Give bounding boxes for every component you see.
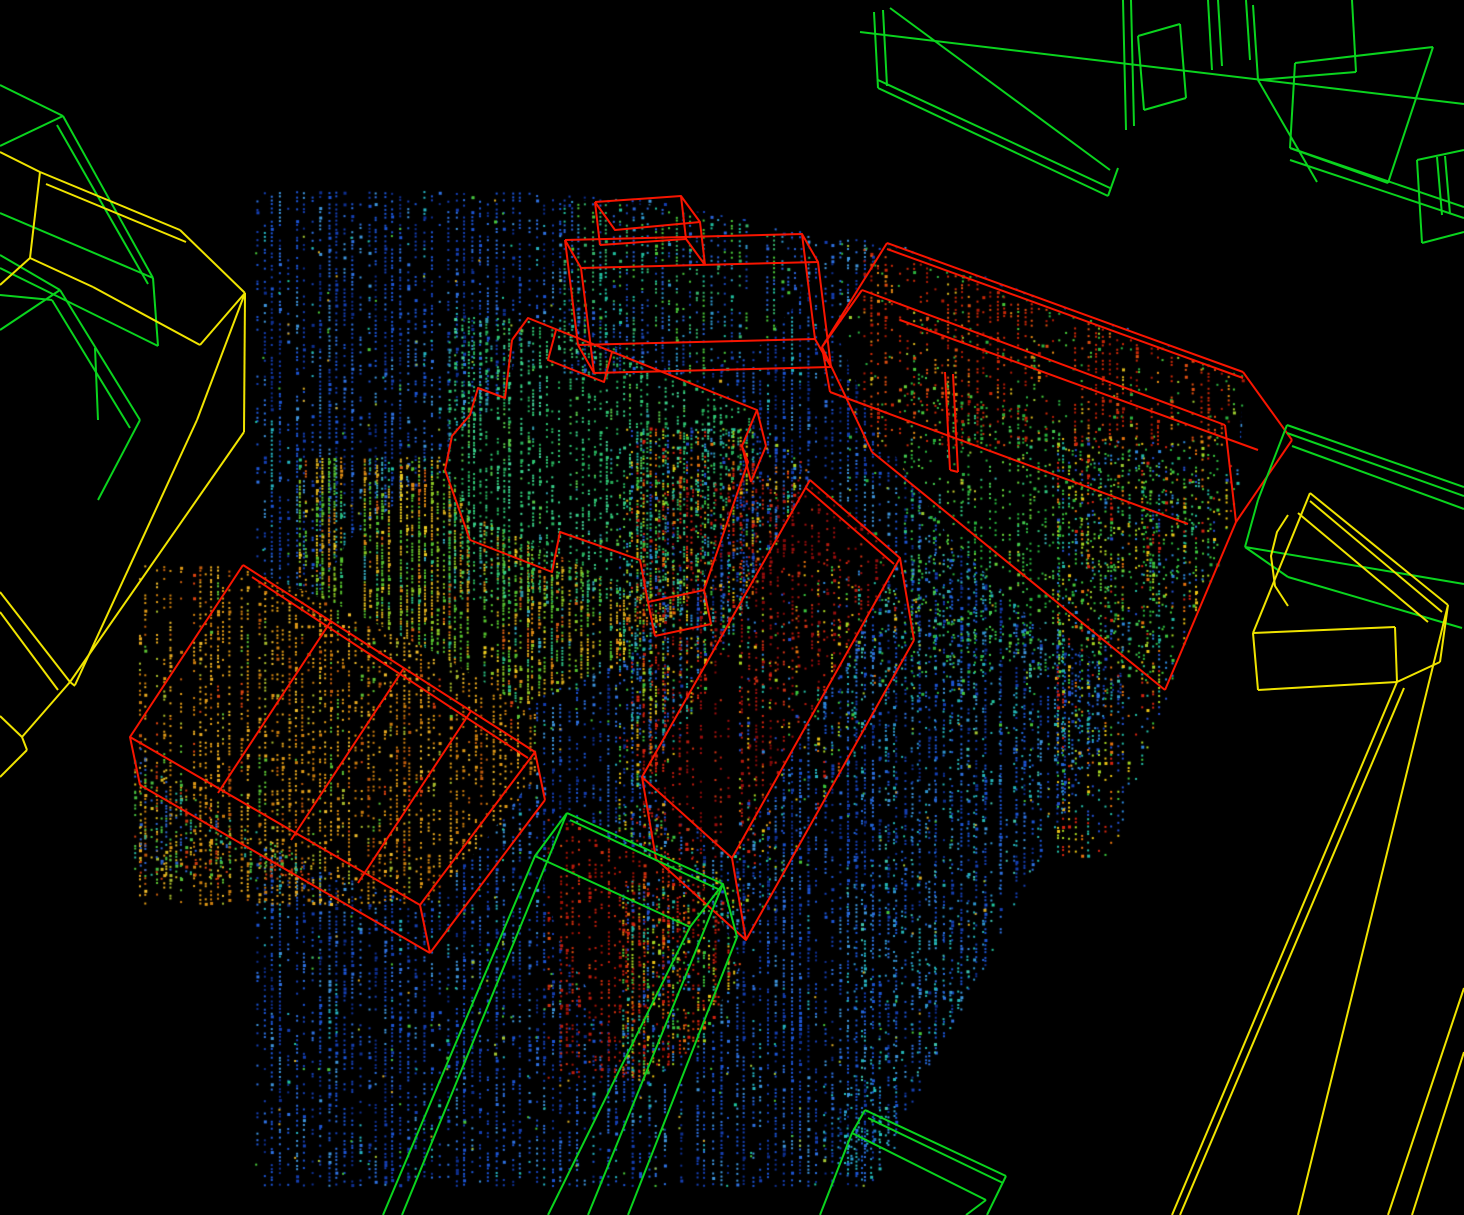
point-cloud-canvas[interactable] bbox=[0, 0, 1464, 1215]
lidar-3d-viewport[interactable] bbox=[0, 0, 1464, 1215]
